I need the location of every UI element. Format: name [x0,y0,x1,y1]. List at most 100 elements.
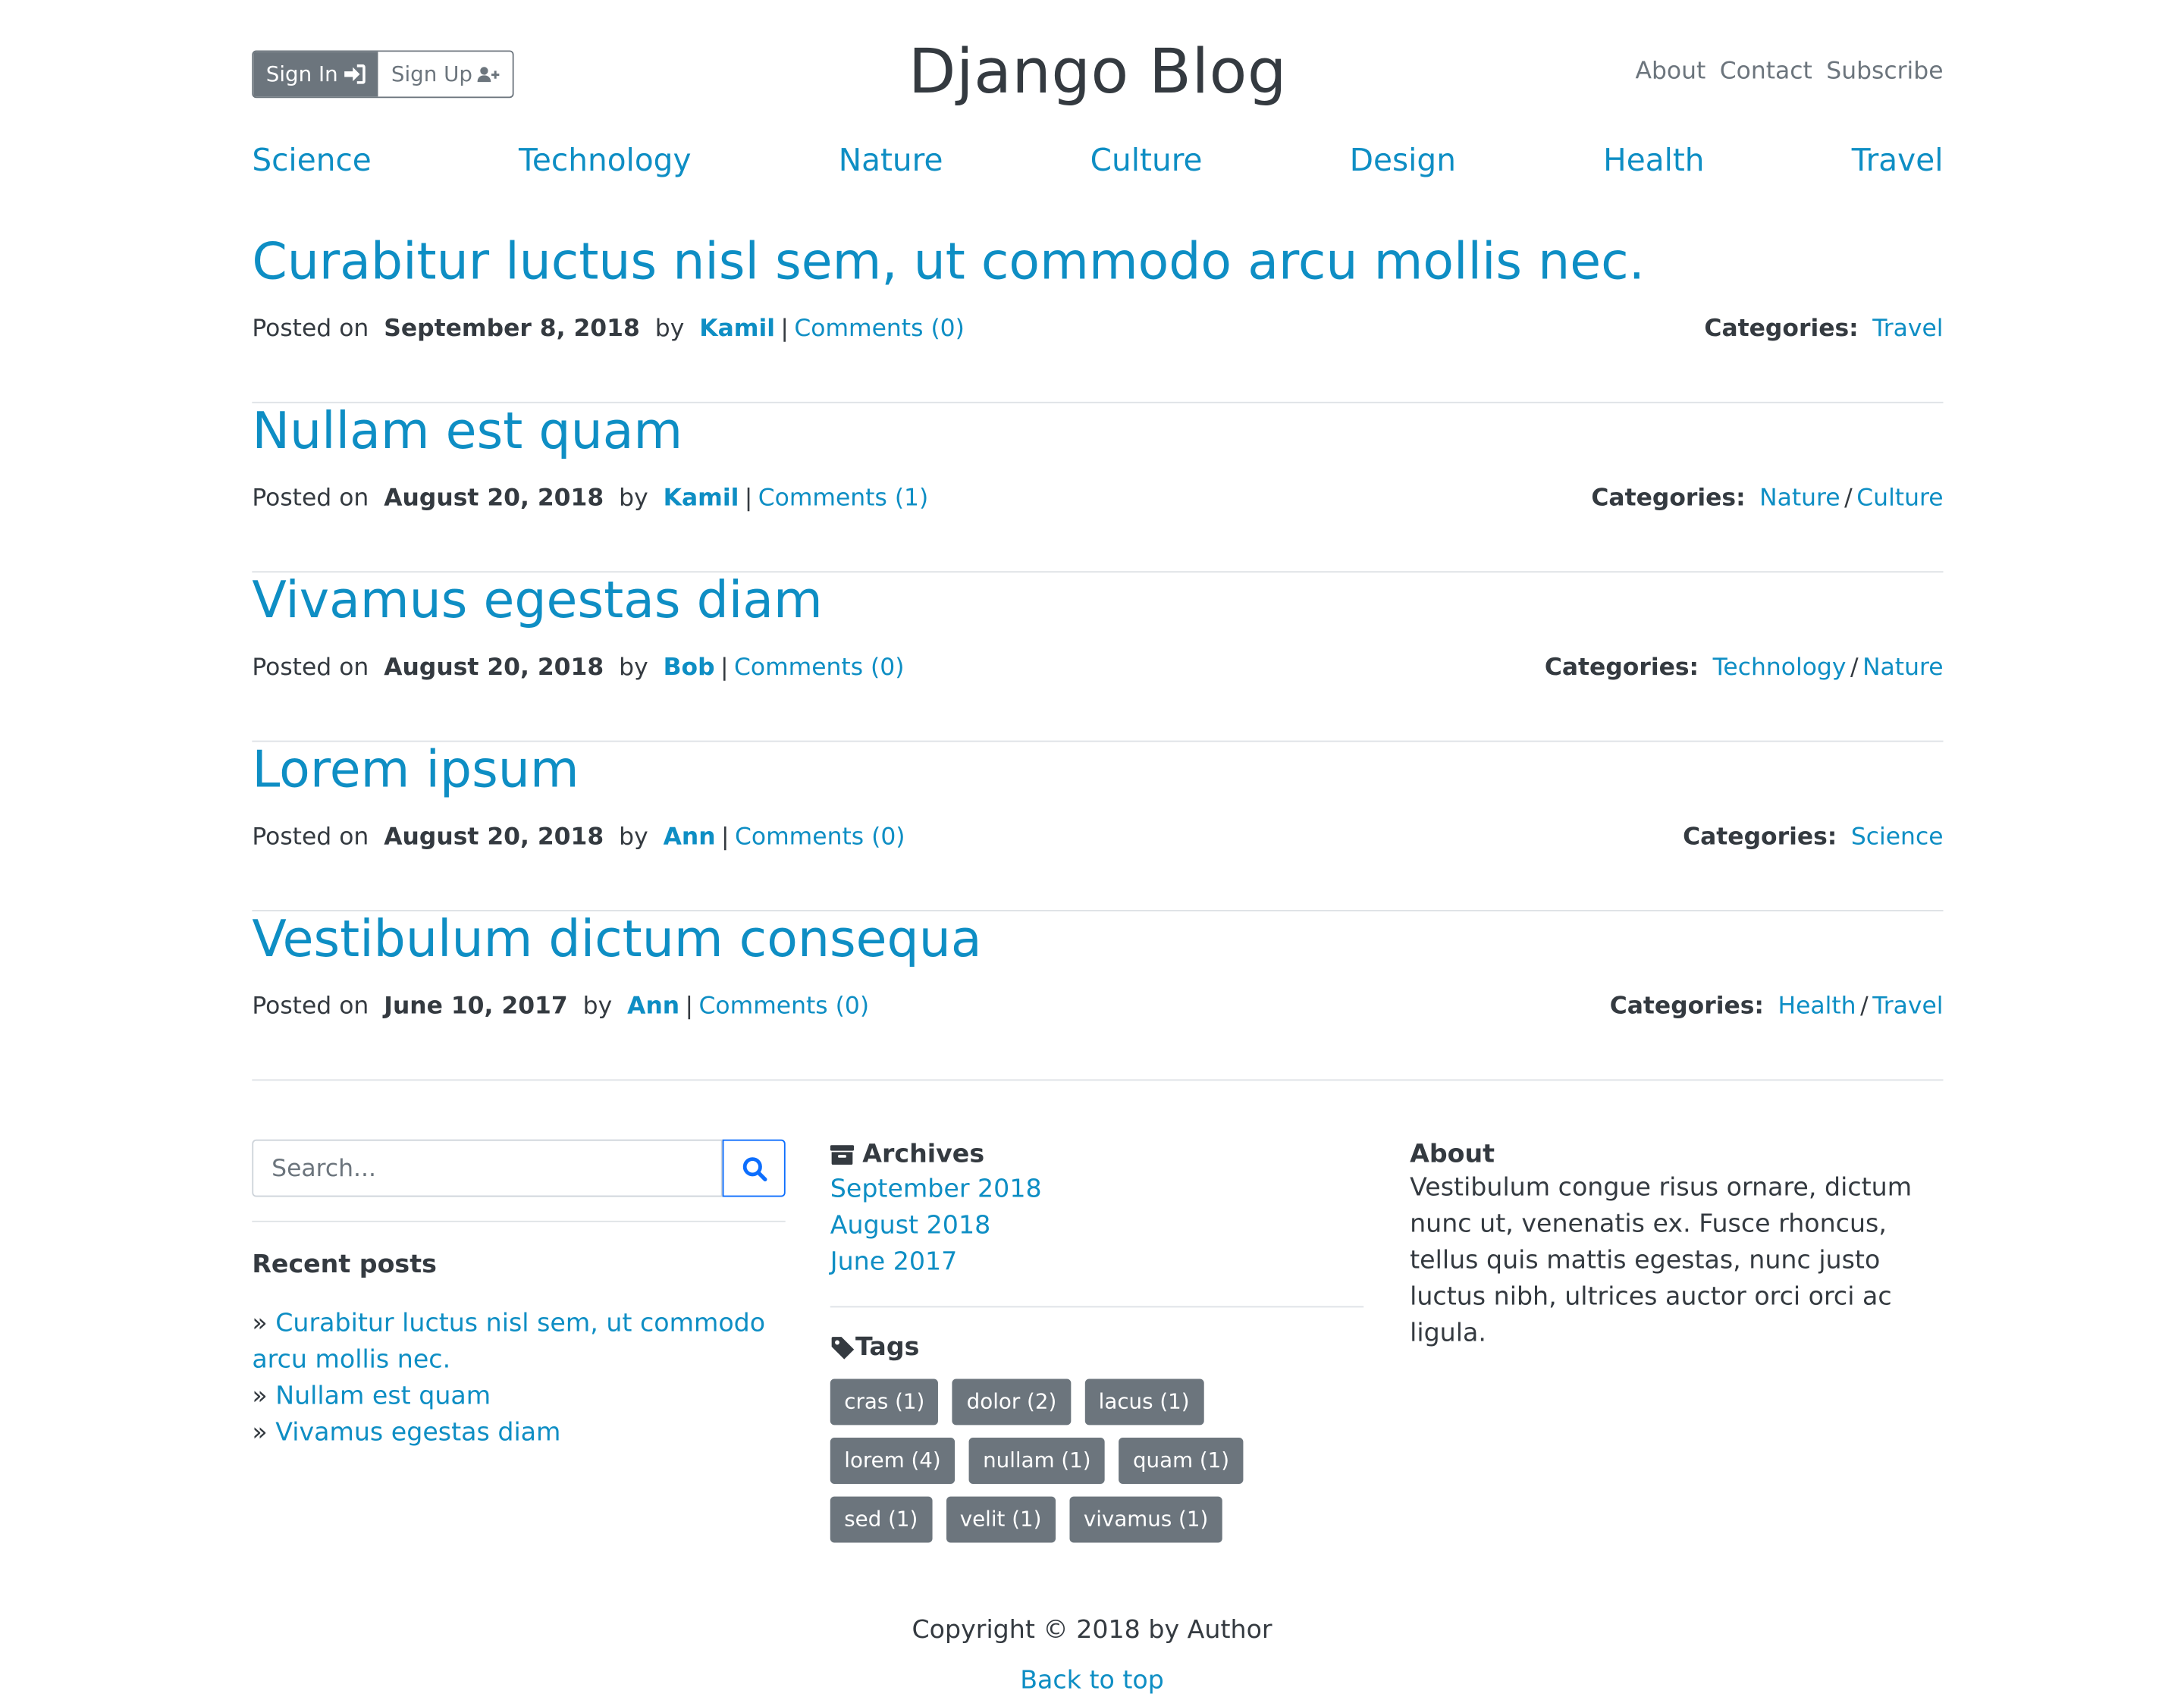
comments-link[interactable]: Comments (1) [758,485,929,513]
category-link[interactable]: Nature [1759,485,1840,513]
category-link[interactable]: Nature [1862,654,1943,682]
category-nav-culture[interactable]: Culture [1090,144,1203,179]
post-date: August 20, 2018 [384,484,604,513]
posted-on-label: Posted on [252,823,369,852]
categories-label: Categories: [1591,484,1746,513]
top-links: About Contact Subscribe [1635,58,1943,86]
post-date: September 8, 2018 [384,315,640,343]
tags-icon [831,1336,855,1359]
category-link[interactable]: Culture [1856,485,1943,513]
site-header: Sign In Sign Up Django Blog About Contac… [252,0,1944,140]
list-item: » Vivamus egestas diam [252,1418,561,1448]
by-label: by [582,992,613,1021]
divider [830,1306,1364,1308]
archive-link[interactable]: June 2017 [830,1244,1363,1281]
about-text: Vestibulum congue risus ornare, dictum n… [1410,1173,1913,1348]
category-nav-design[interactable]: Design [1350,144,1456,179]
archives-title: Archives [830,1140,1363,1169]
recent-posts-list: » Curabitur luctus nisl sem, ut commodo … [252,1306,785,1452]
category-nav-technology[interactable]: Technology [519,144,692,179]
search-icon [742,1156,767,1181]
by-label: by [619,654,648,682]
post-date: June 10, 2017 [384,992,568,1021]
category-link[interactable]: Health [1778,993,1856,1021]
comments-link[interactable]: Comments (0) [734,654,905,682]
about-title: About [1410,1139,1495,1169]
tag-badge[interactable]: vivamus (1) [1069,1496,1222,1543]
post-author-link[interactable]: Bob [664,654,715,682]
tag-badge[interactable]: velit (1) [946,1496,1056,1543]
recent-post-link[interactable]: Curabitur luctus nisl sem, ut commodo ar… [252,1309,765,1375]
post-item: Nullam est quam Posted on August 20, 201… [252,403,1944,573]
post-title[interactable]: Lorem ipsum [252,742,579,799]
post-item: Lorem ipsum Posted on August 20, 2018 by… [252,742,1944,911]
by-label: by [619,484,648,513]
category-nav-health[interactable]: Health [1603,144,1704,179]
categories-label: Categories: [1683,823,1837,852]
post-date: August 20, 2018 [384,823,604,852]
category-nav: Science Technology Nature Culture Design… [252,144,1943,179]
search-input[interactable]: Search... [252,1139,723,1197]
divider [252,1220,786,1222]
comments-link[interactable]: Comments (0) [794,315,965,343]
post-categories: Categories: Technology / Nature [1544,654,1944,682]
sidebar-left: Search... Recent posts » Curabitur luctu… [252,1139,786,1452]
category-nav-nature[interactable]: Nature [839,144,943,179]
categories-label: Categories: [1544,654,1699,682]
post-title[interactable]: Vivamus egestas diam [252,572,822,630]
search-form: Search... [252,1139,786,1197]
post-author-link[interactable]: Ann [664,823,716,852]
category-link[interactable]: Science [1851,823,1944,852]
post-author-link[interactable]: Ann [627,993,679,1021]
post-meta: Posted on August 20, 2018 by Kamil | Comme… [252,484,929,513]
tag-badge[interactable]: quam (1) [1119,1438,1244,1484]
posted-on-label: Posted on [252,992,369,1021]
tag-badge[interactable]: lacus (1) [1084,1379,1204,1426]
comments-link[interactable]: Comments (0) [699,993,870,1021]
post-author-link[interactable]: Kamil [664,485,739,513]
recent-post-link[interactable]: Nullam est quam [275,1382,491,1411]
by-label: by [619,823,648,852]
post-meta: Posted on June 10, 2017 by Ann | Comments … [252,992,870,1021]
post-title[interactable]: Vestibulum dictum consequa [252,911,981,969]
tag-badge[interactable]: cras (1) [830,1379,939,1426]
posted-on-label: Posted on [252,654,369,682]
posted-on-label: Posted on [252,484,369,513]
archive-link[interactable]: August 2018 [830,1208,1363,1244]
post-categories: Categories: Travel [1704,315,1943,343]
tag-badge[interactable]: lorem (4) [830,1438,956,1484]
tags-title-text: Tags [855,1332,920,1363]
search-button[interactable] [722,1139,786,1197]
post-title[interactable]: Curabitur luctus nisl sem, ut commodo ar… [252,234,1645,291]
post-item: Vestibulum dictum consequa Posted on Jun… [252,911,1944,1081]
contact-link[interactable]: Contact [1720,58,1812,86]
sidebar-middle: Archives September 2018 August 2018 June… [830,1140,1364,1543]
post-item: Curabitur luctus nisl sem, ut commodo ar… [252,234,1944,403]
category-link[interactable]: Travel [1872,993,1943,1021]
category-nav-travel[interactable]: Travel [1852,144,1944,179]
tag-badge[interactable]: dolor (2) [952,1379,1071,1426]
comments-link[interactable]: Comments (0) [735,823,905,852]
sidebar-about: About Vestibulum congue risus ornare, di… [1410,1140,1943,1353]
recent-post-link[interactable]: Vivamus egestas diam [275,1418,560,1448]
category-link[interactable]: Technology [1713,654,1847,682]
archives-title-text: Archives [862,1139,985,1169]
post-author-link[interactable]: Kamil [699,315,775,343]
tag-badge[interactable]: nullam (1) [968,1438,1106,1484]
post-categories: Categories: Science [1683,823,1943,852]
category-link[interactable]: Travel [1872,315,1943,343]
post-item: Vivamus egestas diam Posted on August 20… [252,572,1944,742]
subscribe-link[interactable]: Subscribe [1826,58,1943,86]
tags-title: Tags [830,1332,1363,1363]
tag-cloud: cras (1) dolor (2) lacus (1) lorem (4) n… [830,1379,1335,1543]
category-nav-science[interactable]: Science [252,144,371,179]
about-link[interactable]: About [1635,58,1705,86]
tag-badge[interactable]: sed (1) [830,1496,932,1543]
post-title[interactable]: Nullam est quam [252,403,682,461]
post-categories: Categories: Nature / Culture [1591,484,1944,513]
back-to-top-link[interactable]: Back to top [1020,1666,1164,1695]
archives-list: September 2018 August 2018 June 2017 [830,1171,1363,1281]
archive-icon [830,1144,855,1165]
recent-posts-title: Recent posts [252,1250,437,1280]
archive-link[interactable]: September 2018 [830,1171,1363,1208]
